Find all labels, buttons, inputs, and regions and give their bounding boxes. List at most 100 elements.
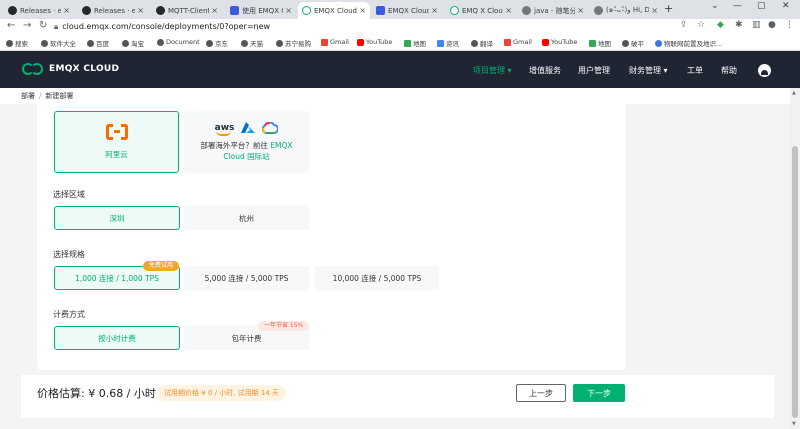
share-icon[interactable]: ⇪ <box>680 20 688 30</box>
address-bar[interactable]: 🔒︎ cloud.emqx.com/console/deployments/0?o… <box>54 22 270 32</box>
region-option-shenzhen[interactable]: 深圳 <box>54 206 180 230</box>
tab-title: 使用 EMQX C <box>242 6 284 15</box>
nav-item-tickets[interactable]: 工单 <box>687 65 703 76</box>
scroll-down-icon[interactable]: ▼ <box>792 421 796 427</box>
bookmark[interactable]: Document <box>157 38 200 46</box>
bookmark[interactable]: Gmail <box>321 38 349 46</box>
browser-tab[interactable]: MQTT-Client × <box>152 2 222 19</box>
github-icon <box>156 6 165 15</box>
tab-close-icon[interactable]: × <box>63 6 70 15</box>
provider-option-international[interactable]: aws 部署海外平台？前往 EMQX Cloud 国际站 <box>184 111 309 173</box>
bookmark[interactable]: Gmail <box>504 38 532 46</box>
browser-tab[interactable]: (๑˃̵ᴗ˂̵)و Hi, D × <box>590 2 662 19</box>
emqx-logo-icon <box>22 63 44 75</box>
browser-tab-strip: Releases · en × Releases · em × MQTT-Cli… <box>0 0 800 19</box>
trial-price-note: 试用期价格 ¥ 0 / 小时, 试用期 14 天 <box>157 385 286 401</box>
nav-item-finance[interactable]: 财务管理 ▾ <box>629 65 668 76</box>
globe-icon <box>122 39 129 47</box>
browser-tab[interactable]: 使用 EMQX C × <box>226 2 296 19</box>
bookmark[interactable]: 京东 <box>206 38 228 48</box>
tab-title: EMQX Cloud <box>388 6 430 15</box>
tab-close-icon[interactable]: × <box>137 6 144 15</box>
forward-icon[interactable]: → <box>23 20 31 31</box>
page-scrollbar[interactable]: ▲ ▼ <box>790 88 800 429</box>
nav-item-help[interactable]: 帮助 <box>721 65 737 76</box>
minimize-icon[interactable]: — <box>733 1 742 11</box>
globe-icon <box>206 39 213 47</box>
tab-title: Releases · em <box>94 6 136 15</box>
provider-option-aliyun[interactable]: 阿里云 <box>54 111 179 173</box>
free-trial-badge: 免费试用 <box>143 261 180 271</box>
region-option-hangzhou[interactable]: 杭州 <box>184 206 309 230</box>
scroll-up-icon[interactable]: ▲ <box>792 90 796 96</box>
profile-icon[interactable]: ● <box>768 20 776 30</box>
bookmark[interactable]: 百度 <box>87 38 109 48</box>
blog-icon <box>522 6 531 15</box>
tab-close-icon[interactable]: × <box>577 6 584 15</box>
tab-title: EMQ X Cloud <box>462 6 504 15</box>
blog-icon <box>594 6 603 15</box>
window-close-icon[interactable]: ✕ <box>782 1 790 11</box>
bookmark[interactable]: 物联网前置及地识... <box>655 38 722 48</box>
bookmark[interactable]: 搜索 <box>6 38 28 48</box>
youtube-icon <box>542 38 549 46</box>
side-panel-icon[interactable]: ▥ <box>752 20 761 30</box>
spec-option-5000[interactable]: 5,000 连接 / 5,000 TPS <box>184 266 309 290</box>
bookmark[interactable]: 翻译 <box>471 38 493 48</box>
browser-tab[interactable]: java - 随笔分 × <box>518 2 588 19</box>
maximize-icon[interactable]: ▢ <box>757 1 766 11</box>
bookmark[interactable]: 破平 <box>622 38 644 48</box>
next-step-button[interactable]: 下一步 <box>573 384 625 402</box>
deployment-form-card: 阿里云 aws 部署海外平台？前往 EMQX Cloud 国际站 选择区域 深圳… <box>37 104 626 370</box>
spec-option-10000[interactable]: 10,000 连接 / 5,000 TPS <box>315 266 439 290</box>
tab-close-icon[interactable]: × <box>651 6 658 15</box>
browser-tab[interactable]: Releases · en × <box>4 2 74 19</box>
browser-tab-active[interactable]: EMQX Cloud × <box>298 2 370 19</box>
tab-search-icon[interactable]: ⌄ <box>711 1 719 11</box>
github-icon <box>82 6 91 15</box>
bookmark-star-icon[interactable]: ☆ <box>697 20 705 30</box>
bookmark[interactable]: YouTube <box>357 38 392 46</box>
bookmark[interactable]: 苏宁易购 <box>276 38 311 48</box>
globe-icon <box>622 39 629 47</box>
back-icon[interactable]: ← <box>7 20 15 31</box>
bookmark[interactable]: 天猫 <box>241 38 263 48</box>
bookmark[interactable]: YouTube <box>542 38 577 46</box>
international-site-hint: 部署海外平台？前往 EMQX Cloud 国际站 <box>200 141 293 161</box>
previous-step-button[interactable]: 上一步 <box>516 384 566 402</box>
tab-close-icon[interactable]: × <box>505 6 512 15</box>
browser-tab[interactable]: Releases · em × <box>78 2 148 19</box>
breadcrumb-deployments[interactable]: 部署 <box>21 92 35 100</box>
bookmark[interactable]: 淘宝 <box>122 38 144 48</box>
extension-icon[interactable]: ◆ <box>717 20 724 30</box>
aws-logo-icon: aws <box>214 123 235 136</box>
new-tab-button[interactable]: + <box>664 2 673 15</box>
tab-close-icon[interactable]: × <box>359 6 366 15</box>
nav-item-users[interactable]: 用户管理 <box>578 65 610 76</box>
extensions-puzzle-icon[interactable]: ✱ <box>735 20 743 30</box>
yearly-discount-badge: 一年节省 15% <box>258 321 310 331</box>
globe-icon <box>41 39 48 47</box>
tab-close-icon[interactable]: × <box>431 6 438 15</box>
billing-option-hourly[interactable]: 按小时计费 <box>54 326 180 350</box>
nav-item-projects[interactable]: 项目管理 ▾ <box>473 65 512 76</box>
scroll-thumb[interactable] <box>792 146 798 418</box>
bookmark[interactable]: 地图 <box>404 38 426 48</box>
browser-toolbar: ← → ↻ 🔒︎ cloud.emqx.com/console/deploymen… <box>0 19 800 36</box>
nav-item-value-added[interactable]: 增值服务 <box>529 65 561 76</box>
aliyun-logo-icon <box>105 124 128 140</box>
tab-close-icon[interactable]: × <box>211 6 218 15</box>
gmail-icon <box>504 38 511 46</box>
provider-name: 阿里云 <box>105 150 128 159</box>
user-avatar[interactable] <box>758 64 771 77</box>
emqx-cloud-logo[interactable]: EMQX CLOUD <box>22 63 119 75</box>
browser-tab[interactable]: EMQ X Cloud × <box>446 2 516 19</box>
bookmark[interactable]: 软件大全 <box>41 38 76 48</box>
browser-tab[interactable]: EMQX Cloud × <box>372 2 442 19</box>
price-estimate: 价格估算: ¥ 0.68 / 小时 <box>37 387 156 400</box>
bookmark[interactable]: 地图 <box>589 38 611 48</box>
reload-icon[interactable]: ↻ <box>39 20 47 31</box>
menu-kebab-icon[interactable]: ⋮ <box>785 20 794 30</box>
bookmark[interactable]: 资讯 <box>437 38 459 48</box>
tab-close-icon[interactable]: × <box>285 6 292 15</box>
